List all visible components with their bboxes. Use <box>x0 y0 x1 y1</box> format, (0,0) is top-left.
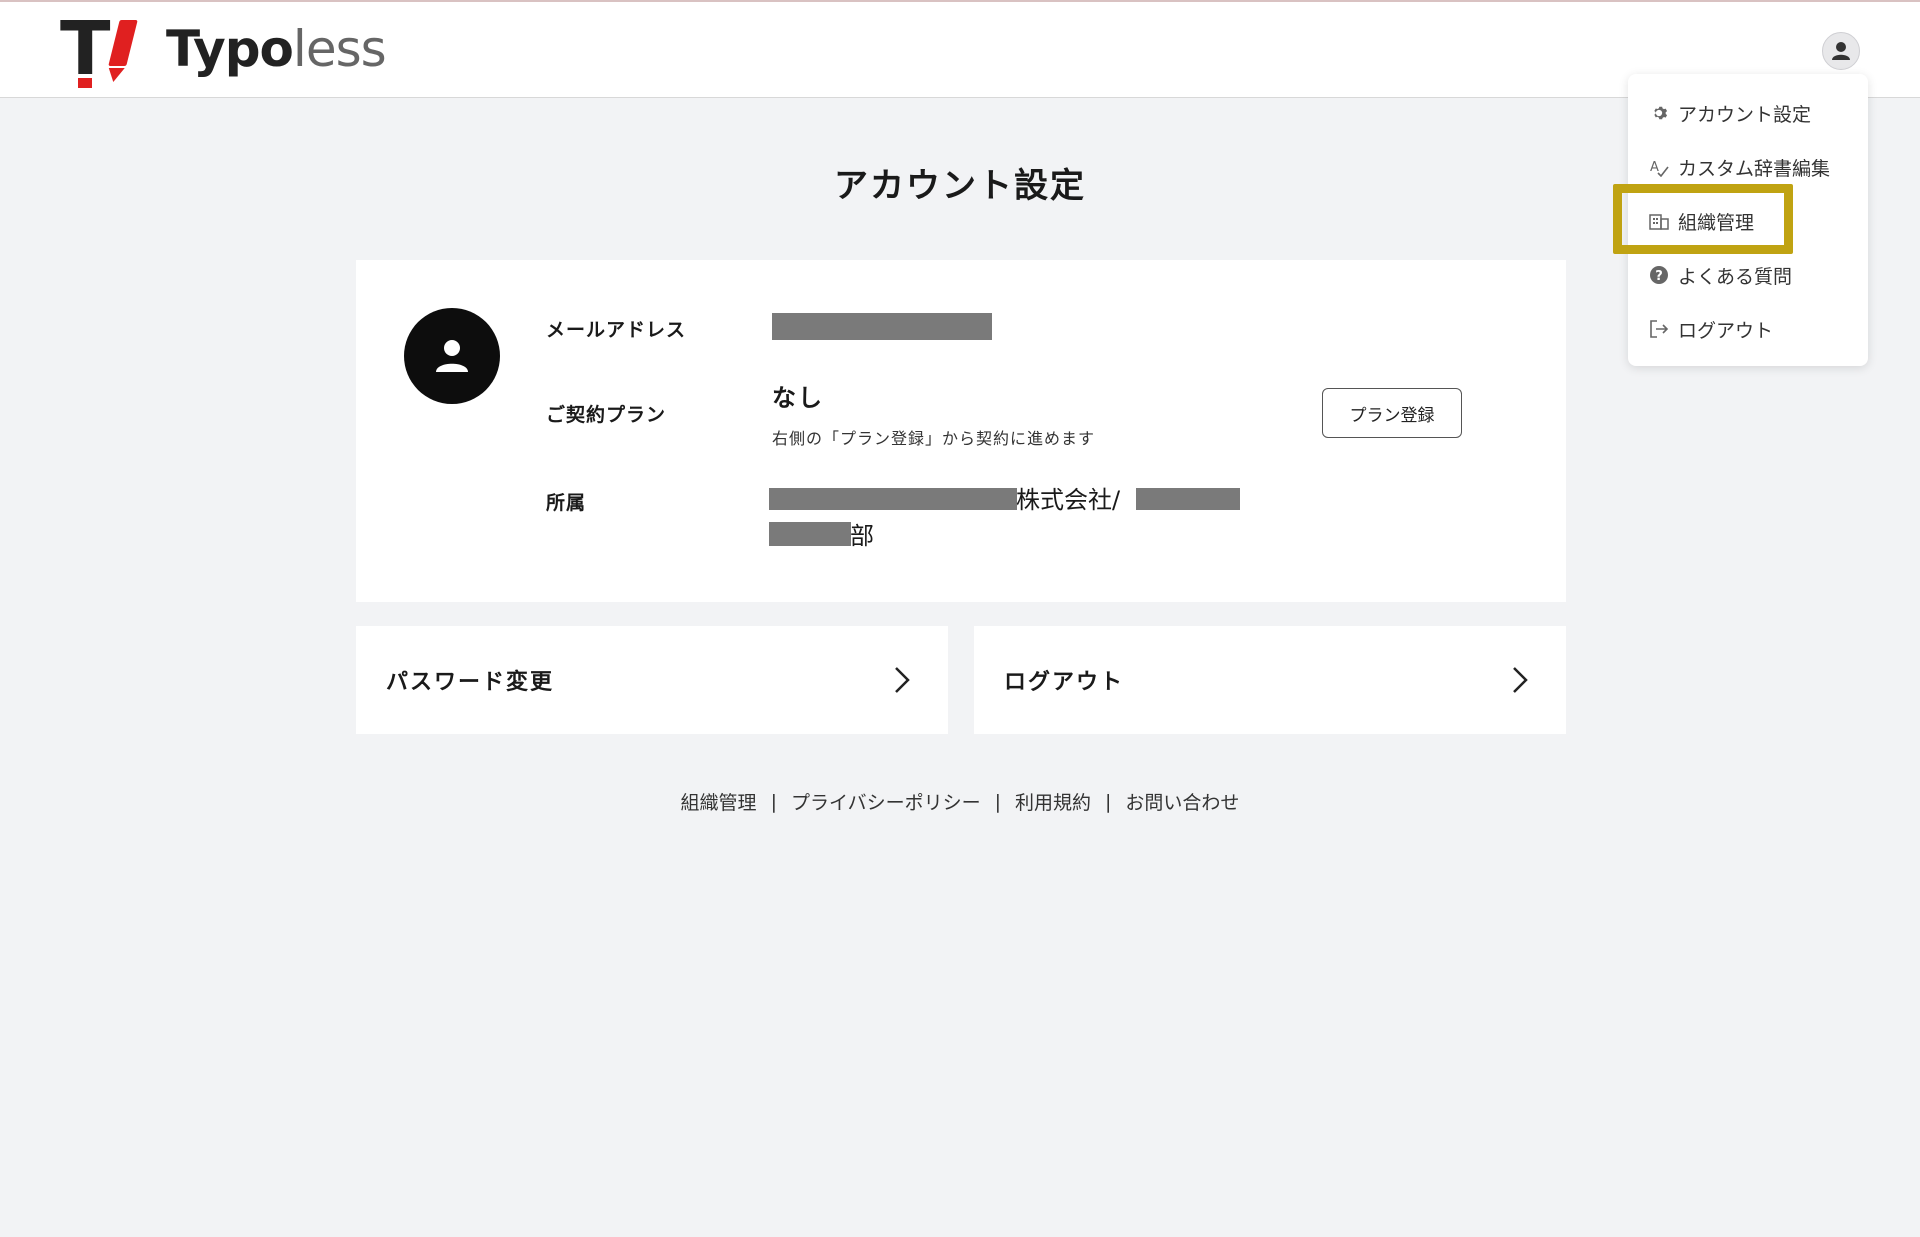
department-name-redacted <box>769 522 851 546</box>
plan-note: 右側の「プラン登録」から契約に進めます <box>772 429 1096 448</box>
password-change-card[interactable]: パスワード変更 <box>356 626 948 734</box>
footer-links: 組織管理 | プライバシーポリシー | 利用規約 | お問い合わせ <box>0 788 1920 815</box>
footer-separator: | <box>1105 790 1112 813</box>
user-icon <box>1832 42 1850 60</box>
password-change-label: パスワード変更 <box>386 670 555 695</box>
logo-wordmark: Typoless <box>166 20 387 78</box>
avatar <box>404 308 500 404</box>
account-info-card: メールアドレス ご契約プラン なし 右側の「プラン登録」から契約に進めます プラ… <box>356 260 1566 602</box>
red-pen-icon <box>108 20 138 66</box>
page-title: アカウント設定 <box>834 166 1086 206</box>
typoless-logo[interactable]: T Typoless <box>60 12 387 88</box>
company-name-redacted <box>769 488 1017 510</box>
gear-icon <box>1648 102 1670 124</box>
chevron-right-icon <box>1513 667 1528 693</box>
question-icon: ? <box>1648 264 1670 286</box>
menu-item-logout[interactable]: ログアウト <box>1628 302 1868 356</box>
menu-item-account-settings[interactable]: アカウント設定 <box>1628 86 1868 140</box>
typoless-logo-mark: T <box>60 12 140 88</box>
footer-separator: | <box>994 790 1001 813</box>
menu-item-faq[interactable]: ? よくある質問 <box>1628 248 1868 302</box>
plan-label: ご契約プラン <box>546 404 667 426</box>
chevron-right-icon <box>895 667 910 693</box>
user-menu-button[interactable] <box>1822 32 1860 70</box>
footer-link-terms[interactable]: 利用規約 <box>1015 788 1091 815</box>
user-silhouette-icon <box>436 340 468 372</box>
footer-link-privacy[interactable]: プライバシーポリシー <box>791 788 981 815</box>
email-label: メールアドレス <box>546 319 687 341</box>
department-redacted <box>1136 488 1240 510</box>
svg-text:?: ? <box>1655 269 1663 284</box>
affiliation-label: 所属 <box>546 492 587 514</box>
building-icon <box>1648 210 1670 232</box>
email-value-redacted <box>772 313 992 340</box>
company-suffix: 株式会社/ <box>1016 486 1121 514</box>
footer-link-organization[interactable]: 組織管理 <box>681 788 757 815</box>
footer-link-contact[interactable]: お問い合わせ <box>1125 788 1239 815</box>
plan-register-button[interactable]: プラン登録 <box>1322 388 1462 438</box>
logout-icon <box>1648 318 1670 340</box>
department-suffix: 部 <box>850 522 874 550</box>
user-dropdown-menu: アカウント設定 A カスタム辞書編集 組織管理 ? よくある質問 ログアウト <box>1628 74 1868 366</box>
logout-label: ログアウト <box>1004 670 1125 695</box>
plan-value: なし <box>772 384 824 412</box>
logout-card[interactable]: ログアウト <box>974 626 1566 734</box>
footer-separator: | <box>770 790 777 813</box>
